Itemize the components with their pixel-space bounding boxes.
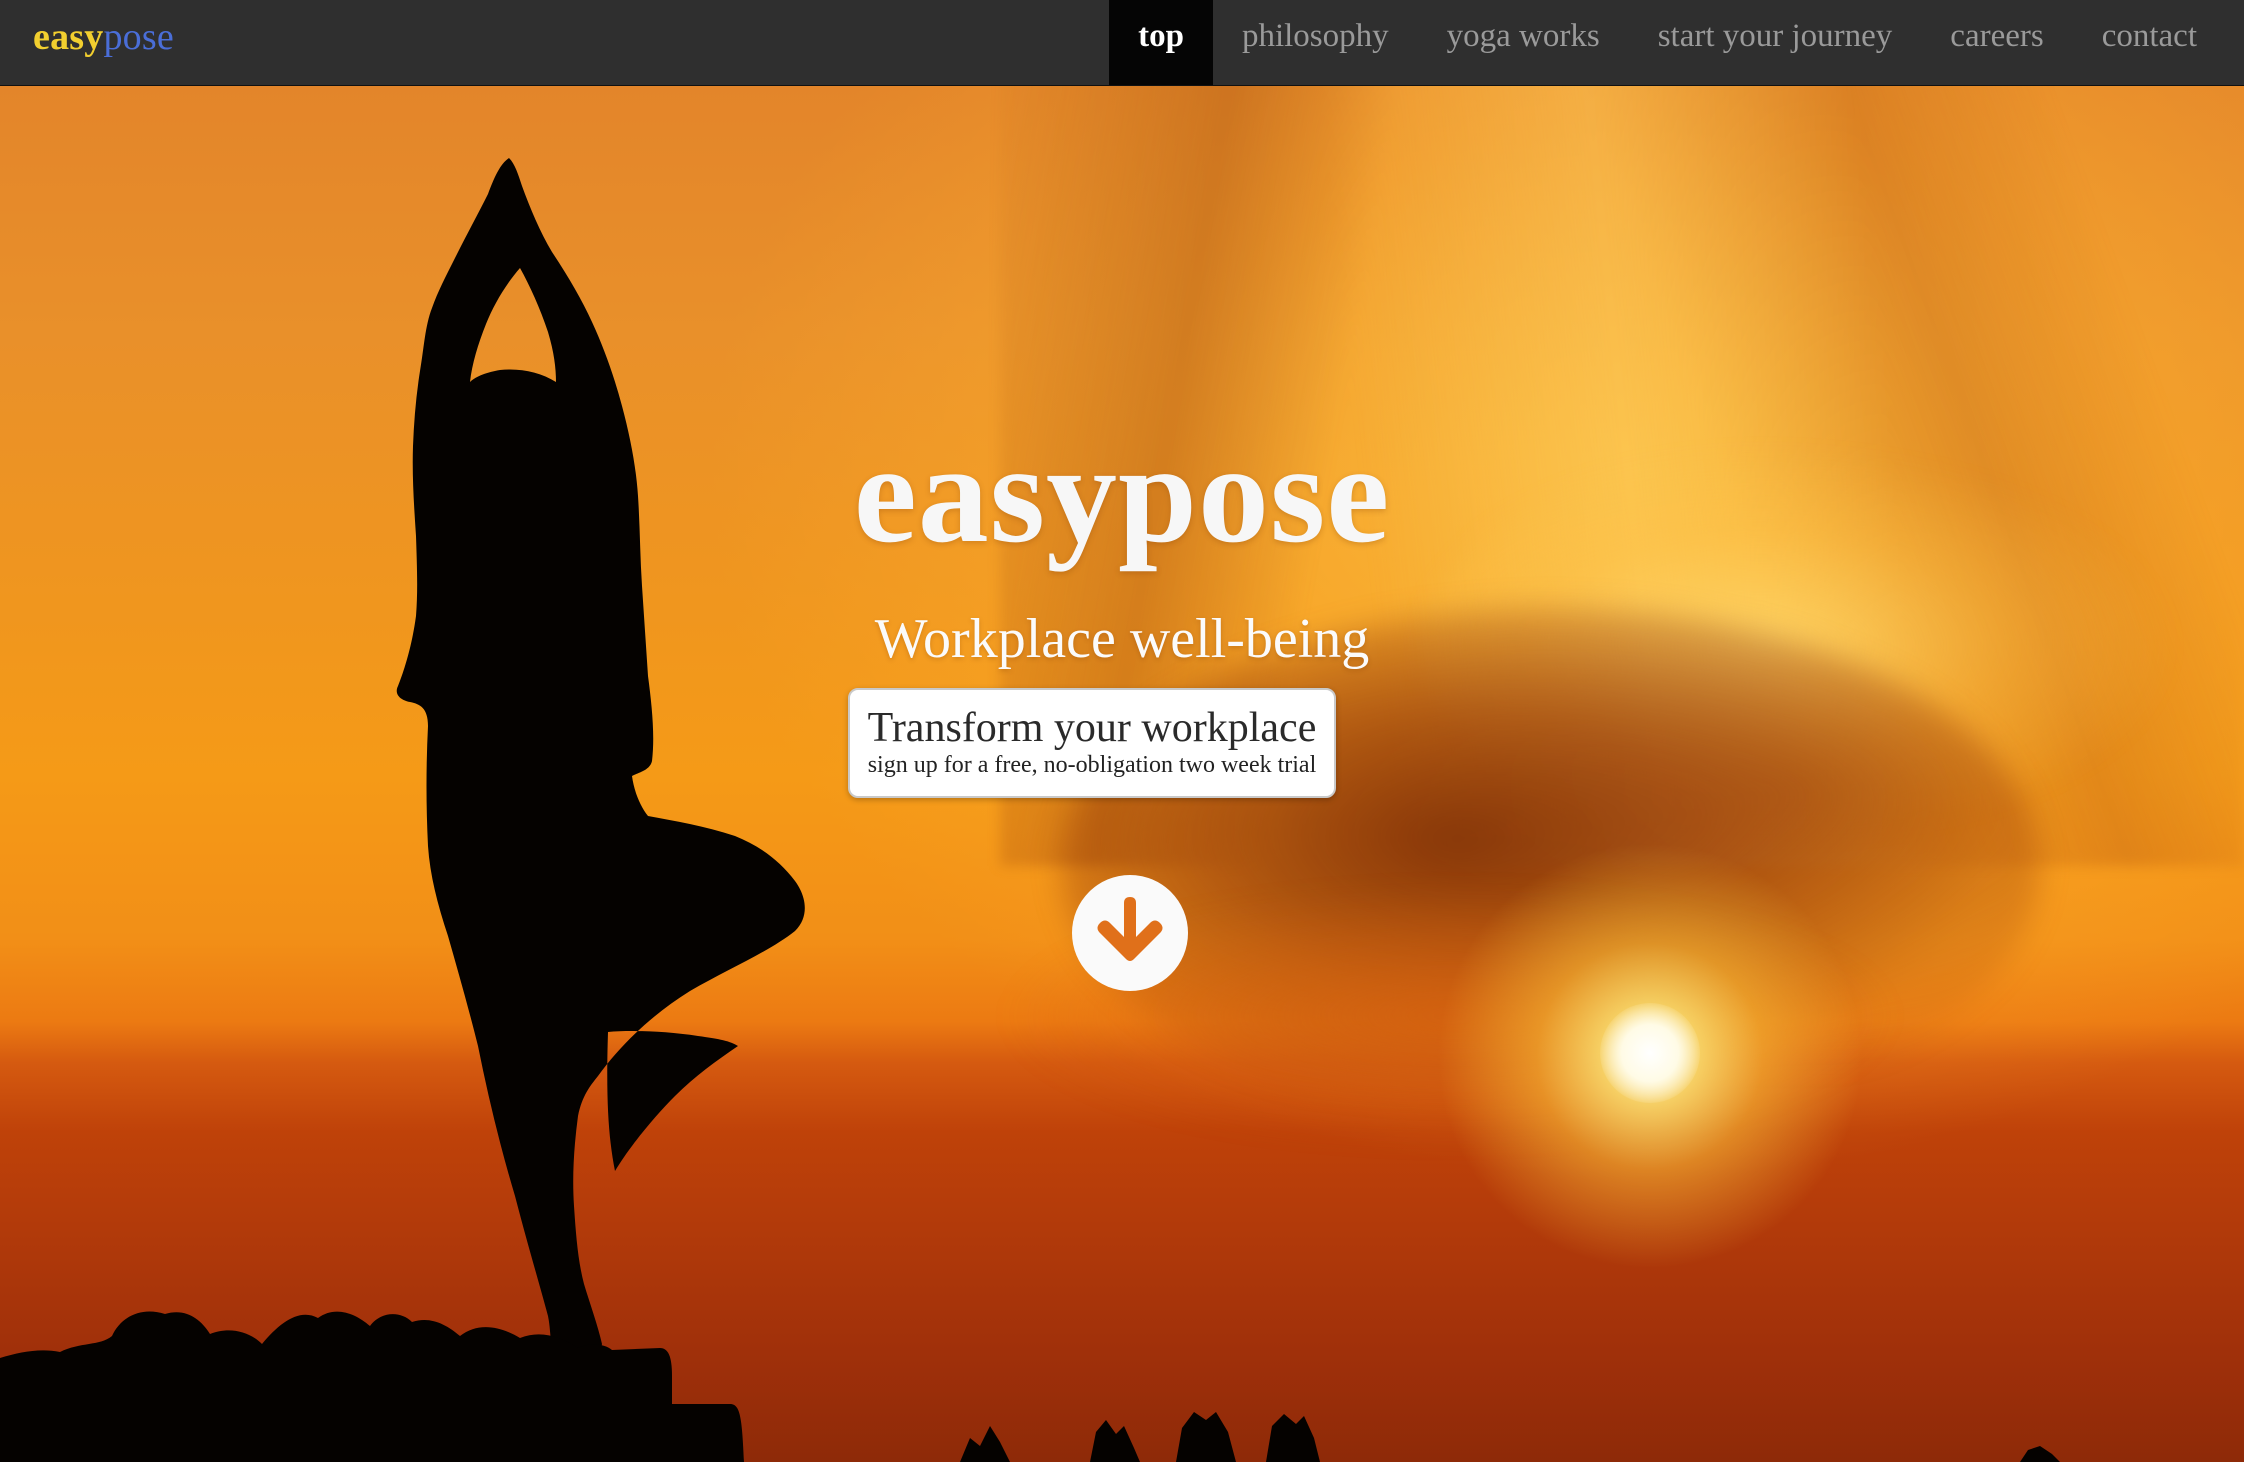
hero-title: easypose [853,414,1391,572]
ground-bushes-silhouette [0,1311,744,1462]
cta-sublabel: sign up for a free, no-obligation two we… [867,752,1317,778]
nav-item-contact[interactable]: contact [2073,0,2226,85]
main-nav: top philosophy yoga works start your jou… [1109,0,2244,85]
nav-item-careers[interactable]: careers [1921,0,2072,85]
person-silhouette [396,158,805,1356]
nav-item-philosophy[interactable]: philosophy [1213,0,1418,85]
cta-label: Transform your workplace [867,705,1317,751]
scroll-down-button[interactable] [1072,875,1188,991]
hero-section: easypose Workplace well-being Transform … [0,86,2244,1462]
logo-pose: pose [103,16,174,58]
nav-item-start-your-journey[interactable]: start your journey [1629,0,1922,85]
logo[interactable]: easypose [33,12,174,62]
navbar: easypose top philosophy yoga works start… [0,0,2244,86]
arrow-down-icon [1097,897,1163,961]
logo-easy: easy [33,16,104,58]
nav-item-yoga-works[interactable]: yoga works [1418,0,1629,85]
nav-item-top[interactable]: top [1109,0,1213,85]
hero-subtitle: Workplace well-being [874,608,1370,670]
transform-workplace-button[interactable]: Transform your workplace sign up for a f… [848,688,1336,798]
distant-trees-silhouette [960,1412,2060,1462]
